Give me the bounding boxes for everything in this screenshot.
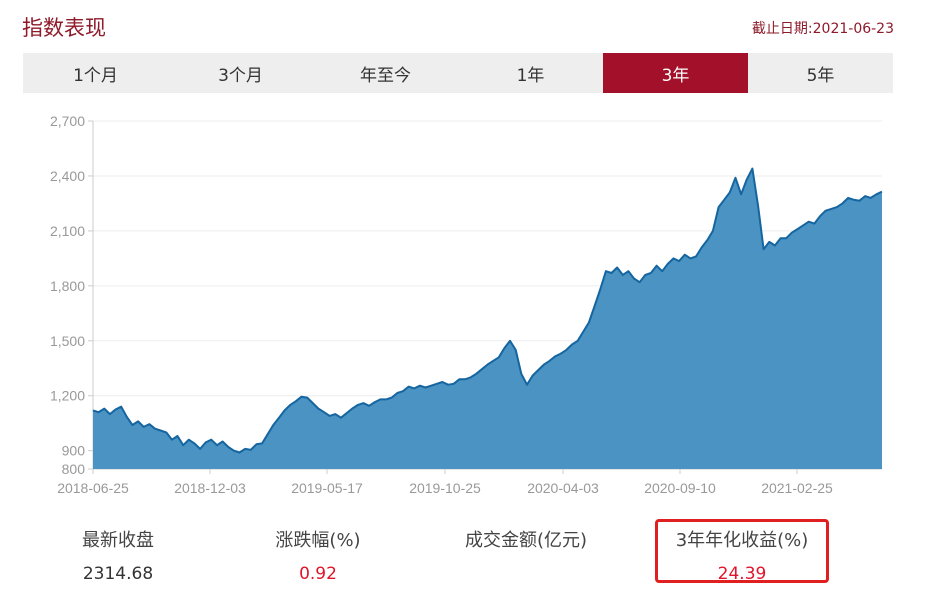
x-tick-label: 2018-12-03	[174, 480, 246, 496]
y-tick-label: 1,500	[50, 333, 85, 349]
y-tick-label: 900	[62, 443, 86, 459]
x-tick-label: 2019-05-17	[291, 480, 363, 496]
stat-change-pct: 涨跌幅(%) 0.92	[203, 520, 433, 584]
y-tick-label: 1,800	[50, 278, 85, 294]
tab-year-to-date[interactable]: 年至今	[313, 53, 458, 93]
stat-turnover: 成交金额(亿元)	[411, 520, 641, 564]
x-tick-label: 2021-02-25	[761, 480, 833, 496]
stat-label: 涨跌幅(%)	[275, 530, 361, 551]
period-tabs: 1个月 3个月 年至今 1年 3年 5年	[23, 53, 893, 93]
y-tick-label: 2,700	[50, 113, 85, 129]
y-tick-label: 1,200	[50, 388, 85, 404]
stat-label: 成交金额(亿元)	[464, 530, 588, 551]
tab-5-years[interactable]: 5年	[748, 53, 893, 93]
tab-3-months[interactable]: 3个月	[168, 53, 313, 93]
y-tick-label: 2,100	[50, 223, 85, 239]
x-tick-label: 2019-10-25	[409, 480, 481, 496]
tab-1-year[interactable]: 1年	[458, 53, 603, 93]
tab-1-month[interactable]: 1个月	[23, 53, 168, 93]
x-tick-label: 2020-04-03	[527, 480, 599, 496]
page-title: 指数表现	[22, 16, 106, 40]
highlight-box	[655, 519, 829, 583]
stat-label: 最新收盘	[82, 530, 154, 551]
tab-3-years[interactable]: 3年	[603, 53, 748, 93]
x-tick-label: 2020-09-10	[644, 480, 716, 496]
stat-value: 2314.68	[82, 564, 154, 584]
y-tick-label: 2,400	[50, 168, 85, 184]
index-performance-chart: 800 900 1,200 1,500 1,800 2,100 2,400 2,700 2018…	[50, 113, 883, 496]
stat-latest-close: 最新收盘 2314.68	[3, 520, 233, 584]
as-of-date: 截止日期:2021-06-23	[751, 21, 894, 37]
series-area	[93, 168, 882, 469]
stat-value: 0.92	[299, 564, 337, 584]
x-tick-label: 2018-06-25	[57, 480, 129, 496]
y-tick-label: 800	[62, 461, 86, 477]
